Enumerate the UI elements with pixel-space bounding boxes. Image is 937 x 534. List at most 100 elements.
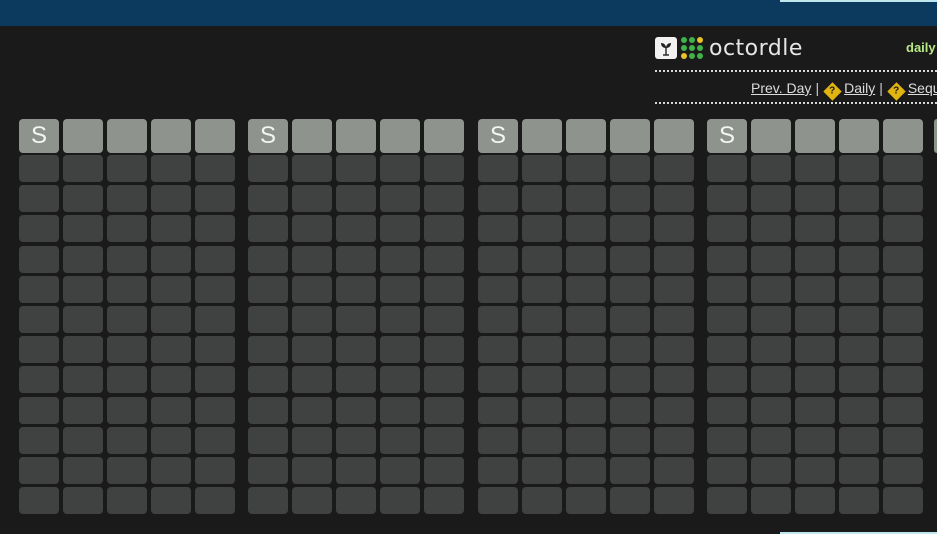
letter-tile — [63, 306, 103, 333]
letter-tile — [610, 426, 650, 454]
brand[interactable]: octordle — [655, 36, 803, 61]
letter-tile — [107, 155, 147, 182]
letter-tile — [151, 275, 191, 303]
top-bar-accent — [780, 0, 937, 2]
letter-tile — [478, 366, 518, 394]
logo-dot — [697, 53, 703, 59]
letter-tile — [751, 119, 791, 153]
letter-tile — [610, 366, 650, 394]
letter-tile — [63, 366, 103, 394]
divider-bottom — [655, 102, 937, 104]
letter-tile — [707, 275, 747, 303]
letter-tile — [478, 245, 518, 273]
letter-tile — [654, 275, 694, 303]
letter-tile — [654, 396, 694, 424]
letter-tile — [522, 336, 562, 364]
logo-dot — [689, 53, 695, 59]
logo-dot — [681, 53, 687, 59]
letter-tile — [610, 306, 650, 333]
letter-tile — [751, 275, 791, 303]
letter-tile — [883, 336, 923, 364]
letter-tile — [610, 487, 650, 515]
daily-link[interactable]: Daily — [844, 80, 875, 96]
divider-top — [655, 70, 937, 72]
letter-tile — [151, 366, 191, 394]
letter-tile — [839, 306, 879, 333]
letter-tile — [654, 245, 694, 273]
letter-tile — [195, 185, 235, 213]
letter-tile — [478, 215, 518, 243]
sequence-link[interactable]: Seque — [908, 80, 937, 96]
letter-tile — [380, 185, 420, 213]
letter-tile — [795, 396, 835, 424]
letter-tile — [522, 487, 562, 515]
letter-tile: S — [707, 119, 747, 153]
letter-tile — [610, 215, 650, 243]
letter-tile — [795, 155, 835, 182]
letter-tile — [380, 426, 420, 454]
letter-tile — [292, 275, 332, 303]
letter-tile — [380, 215, 420, 243]
letter-tile — [292, 306, 332, 333]
letter-tile — [424, 487, 464, 515]
letter-tile: S — [248, 119, 288, 153]
letter-tile — [380, 396, 420, 424]
letter-tile — [195, 215, 235, 243]
nav-separator: | — [879, 80, 883, 96]
letter-tile — [654, 366, 694, 394]
letter-tile — [380, 457, 420, 484]
letter-tile — [195, 306, 235, 333]
letter-tile — [566, 215, 606, 243]
letter-tile — [248, 366, 288, 394]
letter-tile — [292, 457, 332, 484]
letter-tile — [424, 336, 464, 364]
letter-tile — [751, 215, 791, 243]
letter-tile — [883, 119, 923, 153]
letter-tile — [336, 487, 376, 515]
letter-tile — [883, 306, 923, 333]
letter-tile — [195, 396, 235, 424]
letter-tile — [839, 185, 879, 213]
letter-tile — [336, 457, 376, 484]
letter-tile — [707, 336, 747, 364]
letter-tile — [751, 487, 791, 515]
letter-tile — [151, 119, 191, 153]
letter-tile — [707, 457, 747, 484]
letter-tile — [795, 119, 835, 153]
letter-tile — [63, 457, 103, 484]
letter-tile — [336, 155, 376, 182]
letter-tile — [151, 185, 191, 213]
letter-tile — [63, 245, 103, 273]
letter-tile — [839, 119, 879, 153]
letter-tile — [839, 366, 879, 394]
letter-tile — [566, 366, 606, 394]
letter-tile — [883, 275, 923, 303]
letter-tile — [195, 155, 235, 182]
letter-tile — [839, 155, 879, 182]
letter-tile — [19, 457, 59, 484]
letter-tile — [654, 185, 694, 213]
letter-tile — [751, 155, 791, 182]
letter-tile — [566, 457, 606, 484]
letter-tile — [751, 306, 791, 333]
letter-tile — [336, 396, 376, 424]
letter-tile — [151, 155, 191, 182]
letter-tile — [248, 487, 288, 515]
letter-tile — [654, 336, 694, 364]
letter-tile — [654, 426, 694, 454]
prev-day-link[interactable]: Prev. Day — [751, 80, 811, 96]
letter-tile — [424, 366, 464, 394]
letter-tile — [248, 275, 288, 303]
letter-tile — [707, 366, 747, 394]
letter-tile — [522, 457, 562, 484]
letter-tile — [248, 185, 288, 213]
letter-tile — [654, 457, 694, 484]
letter-tile — [654, 306, 694, 333]
letter-tile — [63, 119, 103, 153]
dots-logo-icon — [681, 37, 703, 59]
letter-tile — [107, 185, 147, 213]
letter-tile — [654, 215, 694, 243]
letter-tile — [751, 366, 791, 394]
letter-tile — [522, 215, 562, 243]
letter-tile — [336, 366, 376, 394]
